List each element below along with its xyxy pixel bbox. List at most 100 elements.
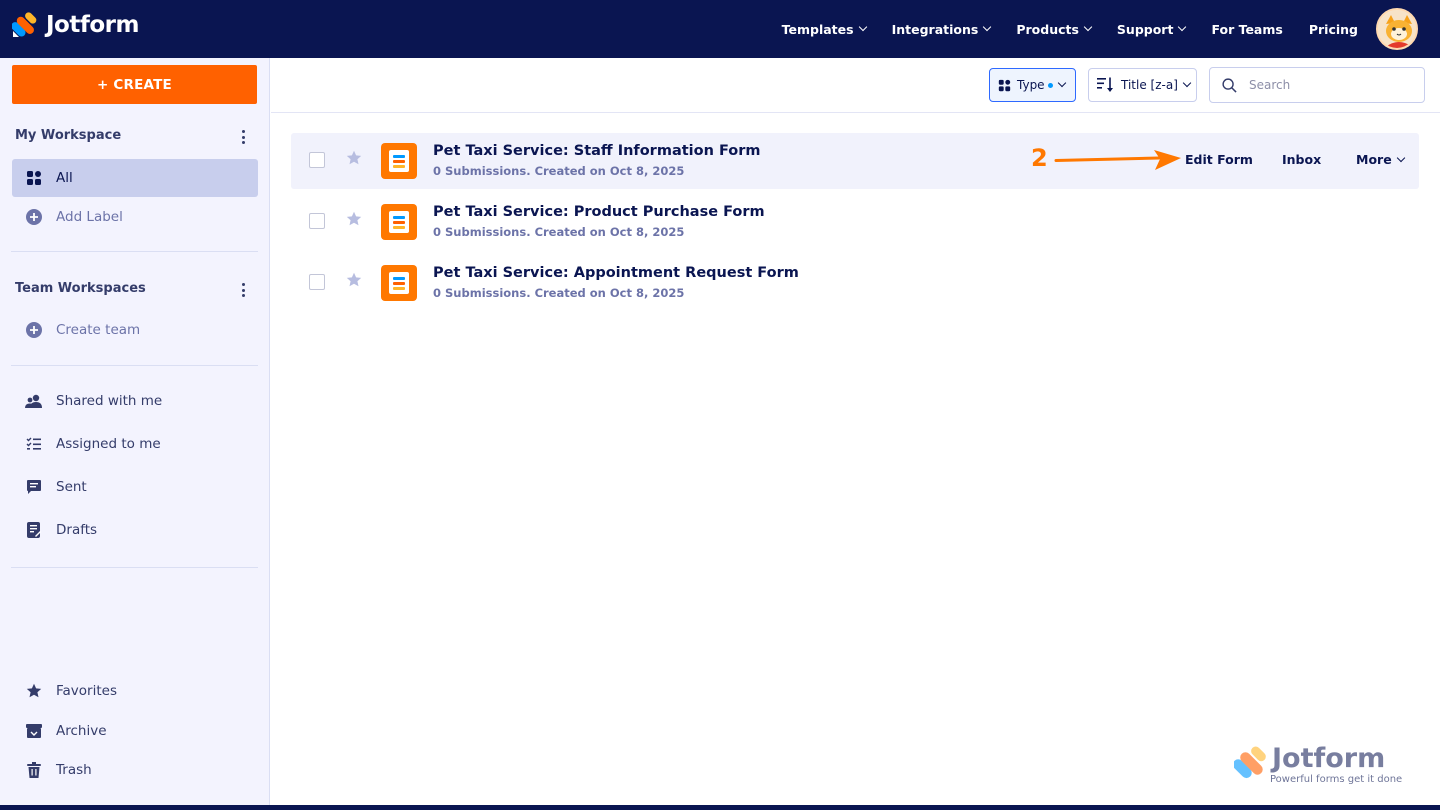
nav-for-teams[interactable]: For Teams	[1211, 22, 1282, 37]
star-icon[interactable]	[346, 272, 362, 288]
chevron-down-icon	[1182, 78, 1192, 88]
shared-with-me-label: Shared with me	[56, 393, 163, 409]
trash-label: Trash	[56, 762, 92, 778]
sort-label: Title [z-a]	[1121, 78, 1178, 92]
sidebar-divider	[11, 567, 258, 568]
nav-support-label: Support	[1116, 21, 1174, 37]
jotform-logo-icon	[1234, 746, 1266, 779]
my-workspace-menu-icon[interactable]	[241, 130, 245, 144]
add-label-button[interactable]: Add Label	[12, 198, 258, 236]
bottom-border	[0, 805, 1440, 810]
checklist-icon	[20, 436, 48, 452]
form-select-checkbox[interactable]	[309, 152, 325, 168]
inbox-button[interactable]: Inbox	[1282, 152, 1321, 167]
search-input[interactable]	[1249, 78, 1399, 92]
sidebar-item-shared-with-me[interactable]: Shared with me	[12, 382, 258, 420]
shared-users-icon	[20, 393, 48, 409]
grid-icon	[998, 79, 1011, 91]
nav-support[interactable]: Support	[1116, 21, 1187, 37]
create-team-button[interactable]: Create team	[12, 311, 258, 349]
sidebar-item-assigned-to-me[interactable]: Assigned to me	[12, 425, 258, 463]
annotation-arrow-icon	[1054, 150, 1181, 170]
form-row[interactable]: Pet Taxi Service: Staff Information Form…	[291, 133, 1419, 189]
watermark-brand: Jotform	[1272, 743, 1386, 774]
user-avatar[interactable]	[1376, 8, 1418, 50]
nav-pricing[interactable]: Pricing	[1309, 22, 1358, 37]
message-icon	[20, 479, 48, 495]
assigned-to-me-label: Assigned to me	[56, 436, 161, 452]
sidebar-item-archive[interactable]: Archive	[12, 712, 258, 750]
form-meta: 0 Submissions. Created on Oct 8, 2025	[433, 286, 685, 300]
star-icon[interactable]	[346, 150, 362, 166]
team-workspaces-menu-icon[interactable]	[241, 283, 245, 297]
jotform-watermark: Jotform Powerful forms get it done	[1234, 743, 1414, 788]
sort-button[interactable]: Title [z-a]	[1088, 68, 1197, 102]
favorites-label: Favorites	[56, 683, 117, 699]
form-document-icon	[381, 143, 417, 179]
sidebar-item-favorites[interactable]: Favorites	[12, 672, 258, 710]
form-row[interactable]: Pet Taxi Service: Appointment Request Fo…	[291, 255, 1419, 311]
sidebar-item-trash[interactable]: Trash	[12, 751, 258, 789]
sent-label: Sent	[56, 479, 87, 495]
edit-form-button[interactable]: Edit Form	[1185, 152, 1253, 167]
drafts-label: Drafts	[56, 522, 98, 538]
plus-circle-icon	[20, 209, 48, 225]
sidebar-item-all-label: All	[56, 170, 73, 186]
add-label-text: Add Label	[56, 209, 123, 225]
form-title[interactable]: Pet Taxi Service: Staff Information Form	[433, 143, 761, 159]
team-workspaces-title: Team Workspaces	[15, 281, 146, 296]
sidebar-item-all[interactable]: All	[12, 159, 258, 197]
form-row[interactable]: Pet Taxi Service: Product Purchase Form …	[291, 194, 1419, 250]
brand-name: Jotform	[46, 12, 139, 38]
trash-icon	[20, 762, 48, 778]
sidebar-item-sent[interactable]: Sent	[12, 468, 258, 506]
my-workspace-title: My Workspace	[15, 128, 122, 143]
sort-descending-icon	[1097, 77, 1113, 92]
user-avatar-icon	[1378, 10, 1416, 48]
create-button[interactable]: + CREATE	[12, 65, 257, 104]
type-filter-label: Type	[1017, 78, 1045, 92]
nav-templates-label: Templates	[781, 21, 854, 37]
form-meta: 0 Submissions. Created on Oct 8, 2025	[433, 225, 685, 239]
more-button[interactable]: More	[1356, 152, 1405, 167]
top-nav-menu: Templates Integrations Products Support …	[782, 0, 1358, 58]
draft-document-icon	[20, 522, 48, 538]
chevron-down-icon	[1396, 153, 1405, 162]
search-icon	[1222, 77, 1237, 93]
form-document-icon	[381, 265, 417, 301]
sidebar-divider	[11, 365, 258, 366]
star-icon[interactable]	[346, 211, 362, 227]
nav-integrations[interactable]: Integrations	[892, 22, 992, 37]
form-select-checkbox[interactable]	[309, 274, 325, 290]
step-number-annotation: 2	[1031, 144, 1048, 172]
chevron-down-icon	[1083, 22, 1093, 32]
create-team-text: Create team	[56, 322, 141, 338]
forms-toolbar: Type Title [z-a]	[271, 58, 1440, 113]
nav-products[interactable]: Products	[1016, 21, 1093, 37]
nav-templates[interactable]: Templates	[781, 21, 867, 37]
nav-products-label: Products	[1016, 21, 1079, 37]
archive-label: Archive	[56, 723, 107, 739]
jotform-logo[interactable]: Jotform	[12, 12, 139, 38]
sidebar-item-drafts[interactable]: Drafts	[12, 511, 258, 549]
nav-pricing-label: Pricing	[1308, 21, 1358, 37]
watermark-tagline: Powerful forms get it done	[1270, 774, 1403, 785]
type-filter-button[interactable]: Type	[989, 68, 1076, 102]
sidebar-divider	[11, 251, 258, 252]
more-label: More	[1356, 152, 1392, 167]
form-title[interactable]: Pet Taxi Service: Appointment Request Fo…	[433, 265, 799, 281]
sidebar: + CREATE My Workspace All Add Label Team…	[0, 58, 270, 810]
search-box[interactable]	[1209, 67, 1425, 103]
archive-box-icon	[20, 723, 48, 739]
grid-icon	[20, 170, 48, 186]
plus-circle-icon	[20, 322, 48, 338]
nav-for-teams-label: For Teams	[1211, 21, 1283, 37]
form-document-icon	[381, 204, 417, 240]
star-icon	[20, 683, 48, 699]
top-navigation-bar: Jotform Templates Integrations Products …	[0, 0, 1440, 58]
form-select-checkbox[interactable]	[309, 213, 325, 229]
jotform-logo-icon	[12, 12, 37, 37]
active-filter-dot-icon	[1047, 82, 1053, 88]
form-title[interactable]: Pet Taxi Service: Product Purchase Form	[433, 204, 765, 220]
chevron-down-icon	[1057, 78, 1066, 88]
